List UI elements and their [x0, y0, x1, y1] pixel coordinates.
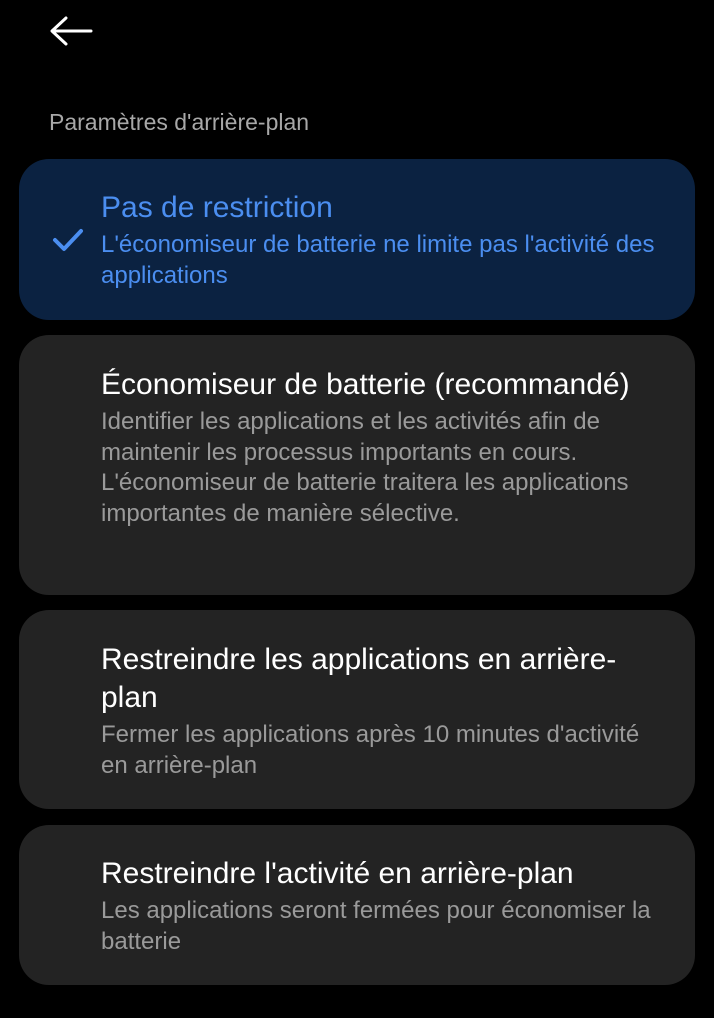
- option-restrict-background-activity[interactable]: Restreindre l'activité en arrière-plan L…: [19, 825, 695, 985]
- back-button[interactable]: [40, 8, 102, 54]
- option-description: Identifier les applications et les activ…: [101, 408, 629, 527]
- checkmark-icon: [52, 227, 84, 253]
- option-title: Restreindre les applications en arrière-…: [101, 643, 617, 714]
- section-title: Paramètres d'arrière-plan: [49, 109, 310, 135]
- option-title: Économiseur de batterie (recommandé): [101, 368, 630, 401]
- option-description: Fermer les applications après 10 minutes…: [101, 721, 640, 779]
- option-title: Pas de restriction: [101, 191, 333, 224]
- option-no-restriction[interactable]: Pas de restriction L'économiseur de batt…: [19, 159, 695, 320]
- option-battery-saver[interactable]: Économiseur de batterie (recommandé) Ide…: [19, 335, 695, 595]
- option-description: Les applications seront fermées pour éco…: [101, 897, 651, 955]
- arrow-left-icon: [49, 16, 93, 46]
- option-restrict-background-apps[interactable]: Restreindre les applications en arrière-…: [19, 610, 695, 809]
- option-title: Restreindre l'activité en arrière-plan: [101, 857, 574, 890]
- option-description: L'économiseur de batterie ne limite pas …: [101, 231, 655, 289]
